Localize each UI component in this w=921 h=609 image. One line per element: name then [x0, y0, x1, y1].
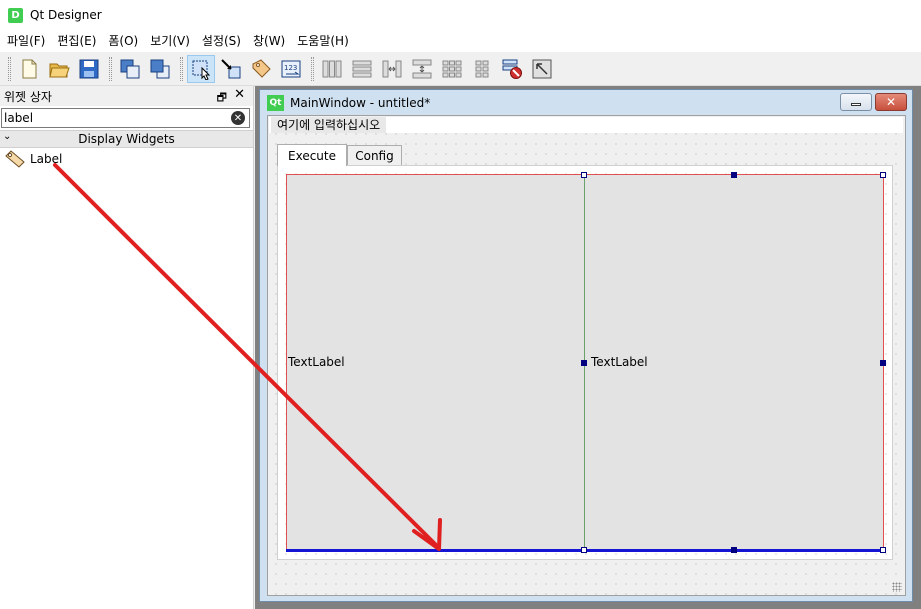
resize-handle[interactable] — [581, 360, 587, 366]
widget-filter-input[interactable] — [2, 109, 222, 127]
edit-buddies-icon[interactable] — [247, 55, 275, 83]
widget-box-title: 위젯 상자 — [4, 89, 52, 104]
qt-logo-icon: Qt — [267, 95, 284, 111]
resize-handle[interactable] — [581, 547, 587, 553]
resize-handle[interactable] — [880, 172, 886, 178]
close-dock-icon[interactable]: ✕ — [234, 87, 245, 102]
tab-config[interactable]: Config — [347, 145, 402, 165]
menu-file[interactable]: 파일(F) — [1, 30, 51, 52]
menu-view[interactable]: 보기(V) — [144, 30, 196, 52]
resize-handle[interactable] — [880, 547, 886, 553]
widget-item-text: Label — [30, 152, 63, 166]
widget-item-label[interactable]: Label — [0, 148, 253, 170]
widget-box-panel: 위젯 상자 🗗 ✕ ✕ ⌄ Display Widgets Label — [0, 86, 254, 609]
tab-execute[interactable]: Execute — [277, 144, 347, 166]
minimize-button[interactable] — [840, 93, 872, 111]
widget-filter-box: ✕ — [1, 108, 250, 128]
chevron-down-icon: ⌄ — [3, 131, 12, 142]
form-window-title: MainWindow - untitled* — [290, 96, 431, 110]
resize-handle[interactable] — [581, 172, 587, 178]
menu-settings[interactable]: 설정(S) — [196, 30, 247, 52]
layout-vertical-icon[interactable] — [348, 55, 376, 83]
edit-widgets-icon[interactable] — [187, 54, 215, 83]
new-form-icon[interactable] — [15, 55, 43, 83]
menu-placeholder-item[interactable]: 여기에 입력하십시오 — [271, 117, 387, 133]
app-title: Qt Designer — [30, 8, 102, 22]
layout-vertical-splitter-icon[interactable] — [408, 55, 436, 83]
layout-form-icon[interactable] — [468, 55, 496, 83]
form-menu-bar: 여기에 입력하십시오 — [269, 117, 903, 133]
widget-box-header: 위젯 상자 🗗 ✕ — [0, 86, 253, 106]
main-menu-bar: 파일(F) 편집(E) 폼(O) 보기(V) 설정(S) 창(W) 도움말(H) — [0, 30, 921, 52]
adjust-size-icon[interactable] — [528, 55, 556, 83]
edit-signals-slots-icon[interactable] — [217, 55, 245, 83]
menu-window[interactable]: 창(W) — [247, 30, 291, 52]
text-label-left-text: TextLabel — [288, 355, 345, 369]
toolbar-grip[interactable] — [8, 56, 11, 81]
tab-pane-execute: TextLabel TextLabel — [277, 165, 893, 560]
menu-form[interactable]: 폼(O) — [102, 30, 144, 52]
close-window-button[interactable]: ✕ — [875, 93, 907, 111]
size-grip[interactable] — [892, 582, 902, 592]
main-toolbar: 123 — [0, 52, 921, 86]
label-tag-icon — [5, 150, 25, 168]
save-form-icon[interactable] — [75, 55, 103, 83]
menu-edit[interactable]: 편집(E) — [51, 30, 102, 52]
edit-tab-order-icon[interactable]: 123 — [277, 55, 305, 83]
float-dock-icon[interactable]: 🗗 — [217, 89, 227, 108]
open-form-icon[interactable] — [45, 55, 73, 83]
form-window-title-bar[interactable]: Qt MainWindow - untitled* — [260, 90, 912, 116]
app-title-bar: D Qt Designer — [0, 0, 921, 30]
category-label: Display Widgets — [78, 132, 175, 146]
resize-handle[interactable] — [880, 360, 886, 366]
send-to-back-icon[interactable] — [116, 55, 144, 83]
text-label-right[interactable]: TextLabel — [585, 175, 883, 550]
bring-to-front-icon[interactable] — [146, 55, 174, 83]
tab-widget: Execute Config TextLabel TextLabel — [277, 144, 893, 560]
break-layout-icon[interactable] — [498, 55, 526, 83]
text-label-right-text: TextLabel — [591, 355, 648, 369]
layout-horizontal-splitter-icon[interactable] — [378, 55, 406, 83]
form-canvas[interactable]: 여기에 입력하십시오 Execute Config TextLabel Text… — [267, 115, 906, 596]
category-display-widgets[interactable]: ⌄ Display Widgets — [0, 130, 253, 148]
form-window: Qt MainWindow - untitled* ✕ 여기에 입력하십시오 E… — [259, 89, 913, 602]
minimize-icon — [851, 103, 861, 106]
toolbar-separator — [311, 56, 314, 81]
toolbar-separator — [180, 56, 183, 81]
resize-handle[interactable] — [731, 172, 737, 178]
svg-text:123: 123 — [284, 64, 297, 72]
clear-filter-icon[interactable]: ✕ — [231, 111, 245, 125]
layout-horizontal-icon[interactable] — [318, 55, 346, 83]
resize-handle[interactable] — [731, 547, 737, 553]
toolbar-separator — [109, 56, 112, 81]
text-label-left[interactable]: TextLabel — [287, 175, 584, 550]
layout-grid-icon[interactable] — [438, 55, 466, 83]
qt-designer-app-icon: D — [8, 7, 23, 23]
menu-help[interactable]: 도움말(H) — [291, 30, 355, 52]
